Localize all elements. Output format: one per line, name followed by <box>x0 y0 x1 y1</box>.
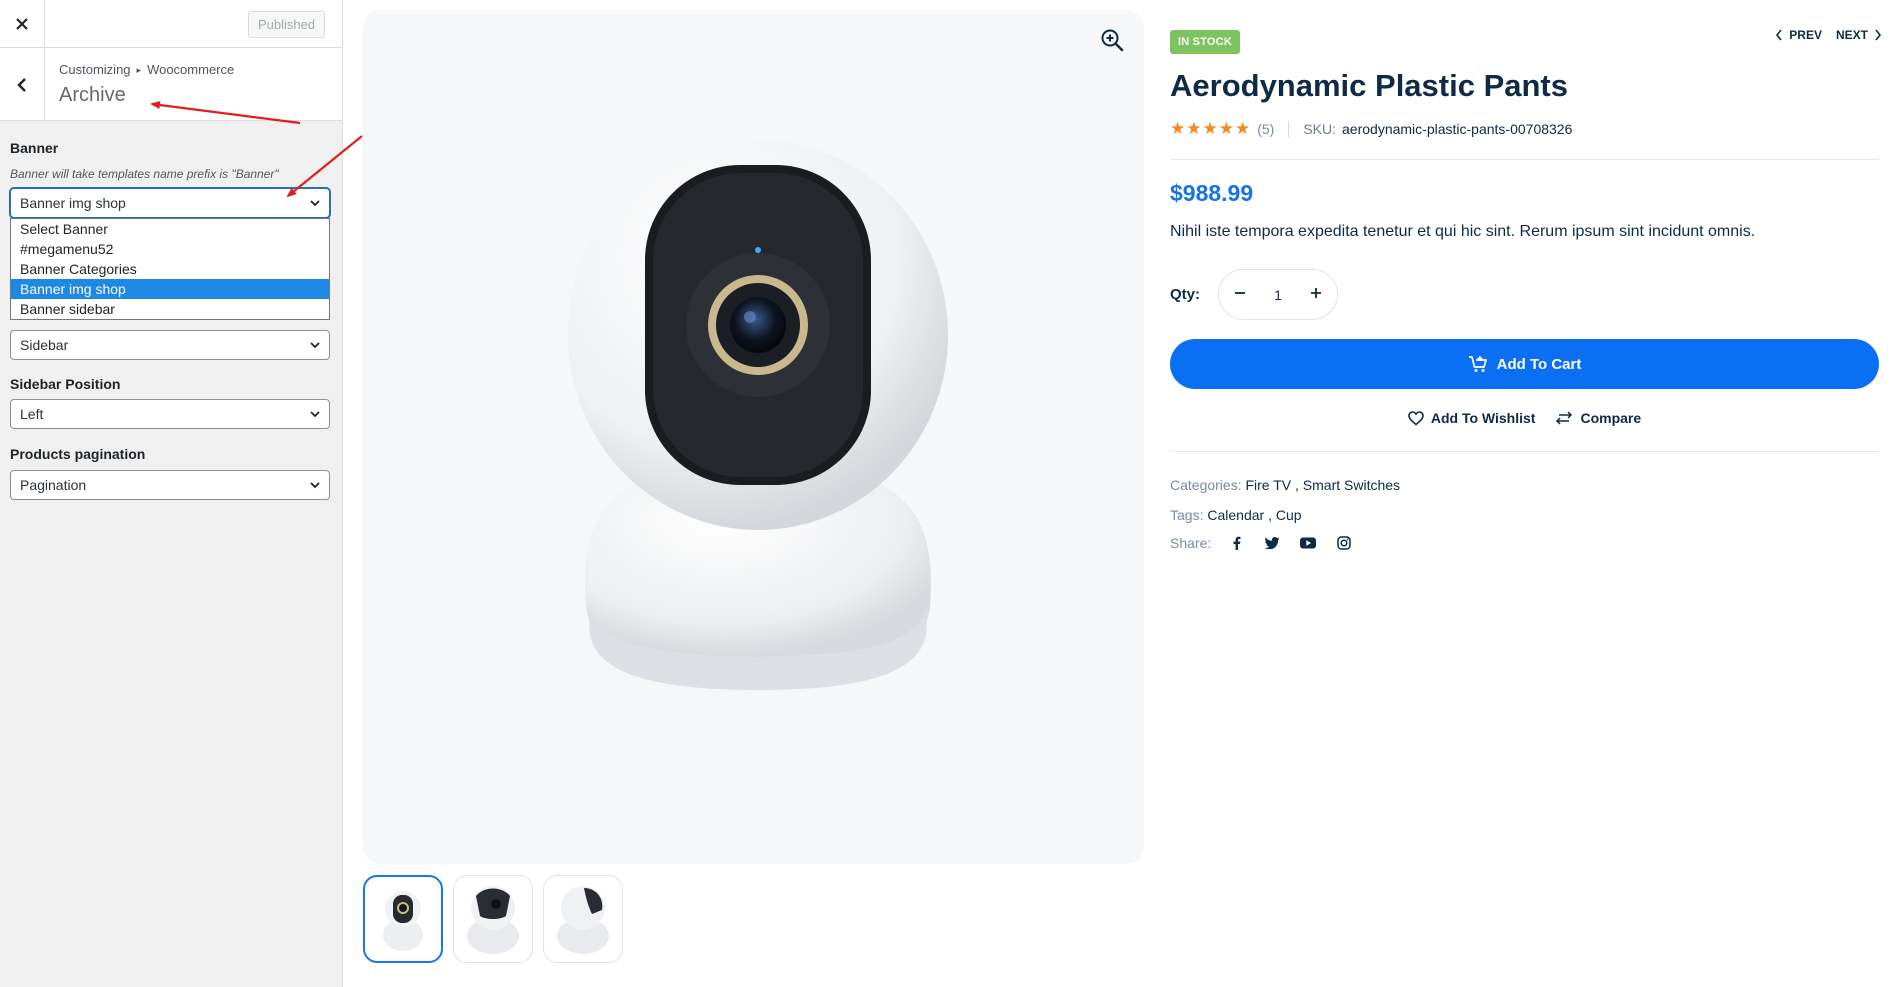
wishlist-label: Add To Wishlist <box>1430 410 1536 426</box>
categories-label: Categories: <box>1170 477 1242 493</box>
cart-icon <box>1468 356 1487 372</box>
add-to-cart-button[interactable]: Add To Cart <box>1170 339 1879 389</box>
next-link[interactable]: NEXT <box>1836 28 1882 42</box>
facebook-icon[interactable] <box>1225 536 1247 550</box>
product-image[interactable] <box>558 135 958 755</box>
prev-label: PREV <box>1789 28 1822 42</box>
customizer-header: Published <box>0 0 342 48</box>
product-price: $988.99 <box>1170 180 1254 206</box>
compare-label: Compare <box>1580 410 1642 426</box>
divider <box>1170 159 1879 160</box>
pagination-select-value: Pagination <box>20 477 87 493</box>
banner-option[interactable]: Select Banner <box>11 219 329 239</box>
breadcrumb: Customizing ▸ Woocommerce <box>59 62 234 77</box>
qty-label: Qty: <box>1170 286 1200 303</box>
thumbnail-image <box>557 886 609 954</box>
chevron-down-icon <box>310 200 320 207</box>
prev-link[interactable]: PREV <box>1775 28 1822 42</box>
sidebar-select[interactable]: Sidebar <box>10 330 330 360</box>
breadcrumb-panel: Woocommerce <box>147 62 235 77</box>
chevron-left-icon <box>17 77 26 92</box>
banner-option[interactable]: Banner Categories <box>11 259 329 279</box>
thumbnail-image <box>467 886 519 954</box>
chevron-left-icon <box>1776 29 1782 41</box>
tags-row: Tags: Calendar , Cup <box>1170 507 1302 523</box>
chevron-down-icon <box>310 482 320 489</box>
qty-input[interactable]: 1 <box>1274 287 1282 303</box>
stock-badge: IN STOCK <box>1170 30 1240 54</box>
chevron-right-icon <box>1875 29 1882 41</box>
compare-button[interactable]: Compare <box>1555 410 1641 426</box>
chevron-down-icon <box>310 342 320 349</box>
categories-links[interactable]: Fire TV , Smart Switches <box>1245 477 1400 493</box>
sku-value: aerodynamic-plastic-pants-00708326 <box>1342 121 1573 137</box>
banner-select-value: Banner img shop <box>20 195 126 211</box>
breadcrumb-separator: ▸ <box>136 65 142 75</box>
plus-icon <box>1310 288 1321 298</box>
thumbnail-3[interactable] <box>543 875 623 963</box>
wishlist-button[interactable]: Add To Wishlist <box>1408 410 1536 426</box>
thumbnail-1[interactable] <box>363 875 443 963</box>
chevron-down-icon <box>310 411 320 418</box>
rating-stars: ★★★★★ <box>1170 119 1252 138</box>
thumbnail-2[interactable] <box>453 875 533 963</box>
tags-label: Tags: <box>1170 507 1204 523</box>
share-row: Share: <box>1170 535 1355 551</box>
instagram-icon[interactable] <box>1333 536 1355 550</box>
banner-options-list: Select Banner #megamenu52 Banner Categor… <box>10 218 330 320</box>
minus-icon <box>1235 292 1245 294</box>
add-to-cart-label: Add To Cart <box>1496 355 1582 373</box>
pagination-label: Products pagination <box>10 446 146 462</box>
share-label: Share: <box>1170 535 1212 551</box>
tags-links[interactable]: Calendar , Cup <box>1207 507 1301 523</box>
pagination-select[interactable]: Pagination <box>10 470 330 500</box>
product-description: Nihil iste tempora expedita tenetur et q… <box>1170 223 1756 240</box>
heart-icon <box>1408 410 1424 426</box>
qty-decrease-button[interactable] <box>1233 286 1247 303</box>
divider <box>1170 451 1879 452</box>
published-button[interactable]: Published <box>248 11 325 38</box>
rating-row: ★★★★★ (5) SKU: aerodynamic-plastic-pants… <box>1170 119 1572 139</box>
banner-option[interactable]: #megamenu52 <box>11 239 329 259</box>
sidebar-position-value: Left <box>20 406 44 422</box>
youtube-icon[interactable] <box>1297 537 1319 549</box>
banner-label: Banner <box>10 140 59 156</box>
qty-increase-button[interactable] <box>1309 286 1323 303</box>
banner-description: Banner will take templates name prefix i… <box>10 167 279 181</box>
section-header: Customizing ▸ Woocommerce Archive <box>0 48 342 121</box>
categories-row: Categories: Fire TV , Smart Switches <box>1170 477 1400 493</box>
compare-icon <box>1556 411 1573 425</box>
close-customizer-button[interactable] <box>0 0 45 48</box>
sidebar-select-value: Sidebar <box>20 337 69 353</box>
product-nav: PREV NEXT <box>1775 28 1882 42</box>
divider <box>1288 121 1290 137</box>
secondary-actions: Add To Wishlist Compare <box>1170 410 1879 426</box>
sidebar-position-select[interactable]: Left <box>10 399 330 429</box>
next-label: NEXT <box>1835 28 1868 42</box>
quantity-stepper: 1 <box>1218 269 1338 320</box>
zoom-in-icon <box>1101 29 1124 52</box>
product-gallery <box>363 10 1144 864</box>
rating-count[interactable]: (5) <box>1257 121 1274 137</box>
twitter-icon[interactable] <box>1261 537 1283 549</box>
banner-option-selected[interactable]: Banner img shop <box>11 279 329 299</box>
section-title: Archive <box>59 84 126 106</box>
thumbnail-image <box>383 891 423 951</box>
product-title: Aerodynamic Plastic Pants <box>1170 68 1568 103</box>
back-button[interactable] <box>0 48 45 121</box>
banner-select[interactable]: Banner img shop <box>10 188 330 218</box>
zoom-button[interactable] <box>1100 28 1124 57</box>
banner-option[interactable]: Banner sidebar <box>11 299 329 319</box>
breadcrumb-root: Customizing <box>59 62 131 77</box>
sku-label: SKU: <box>1303 121 1337 137</box>
close-icon <box>16 18 28 30</box>
customizer-sidebar: Published Customizing ▸ Woocommerce Archiv… <box>0 0 343 987</box>
sidebar-position-label: Sidebar Position <box>10 376 121 392</box>
